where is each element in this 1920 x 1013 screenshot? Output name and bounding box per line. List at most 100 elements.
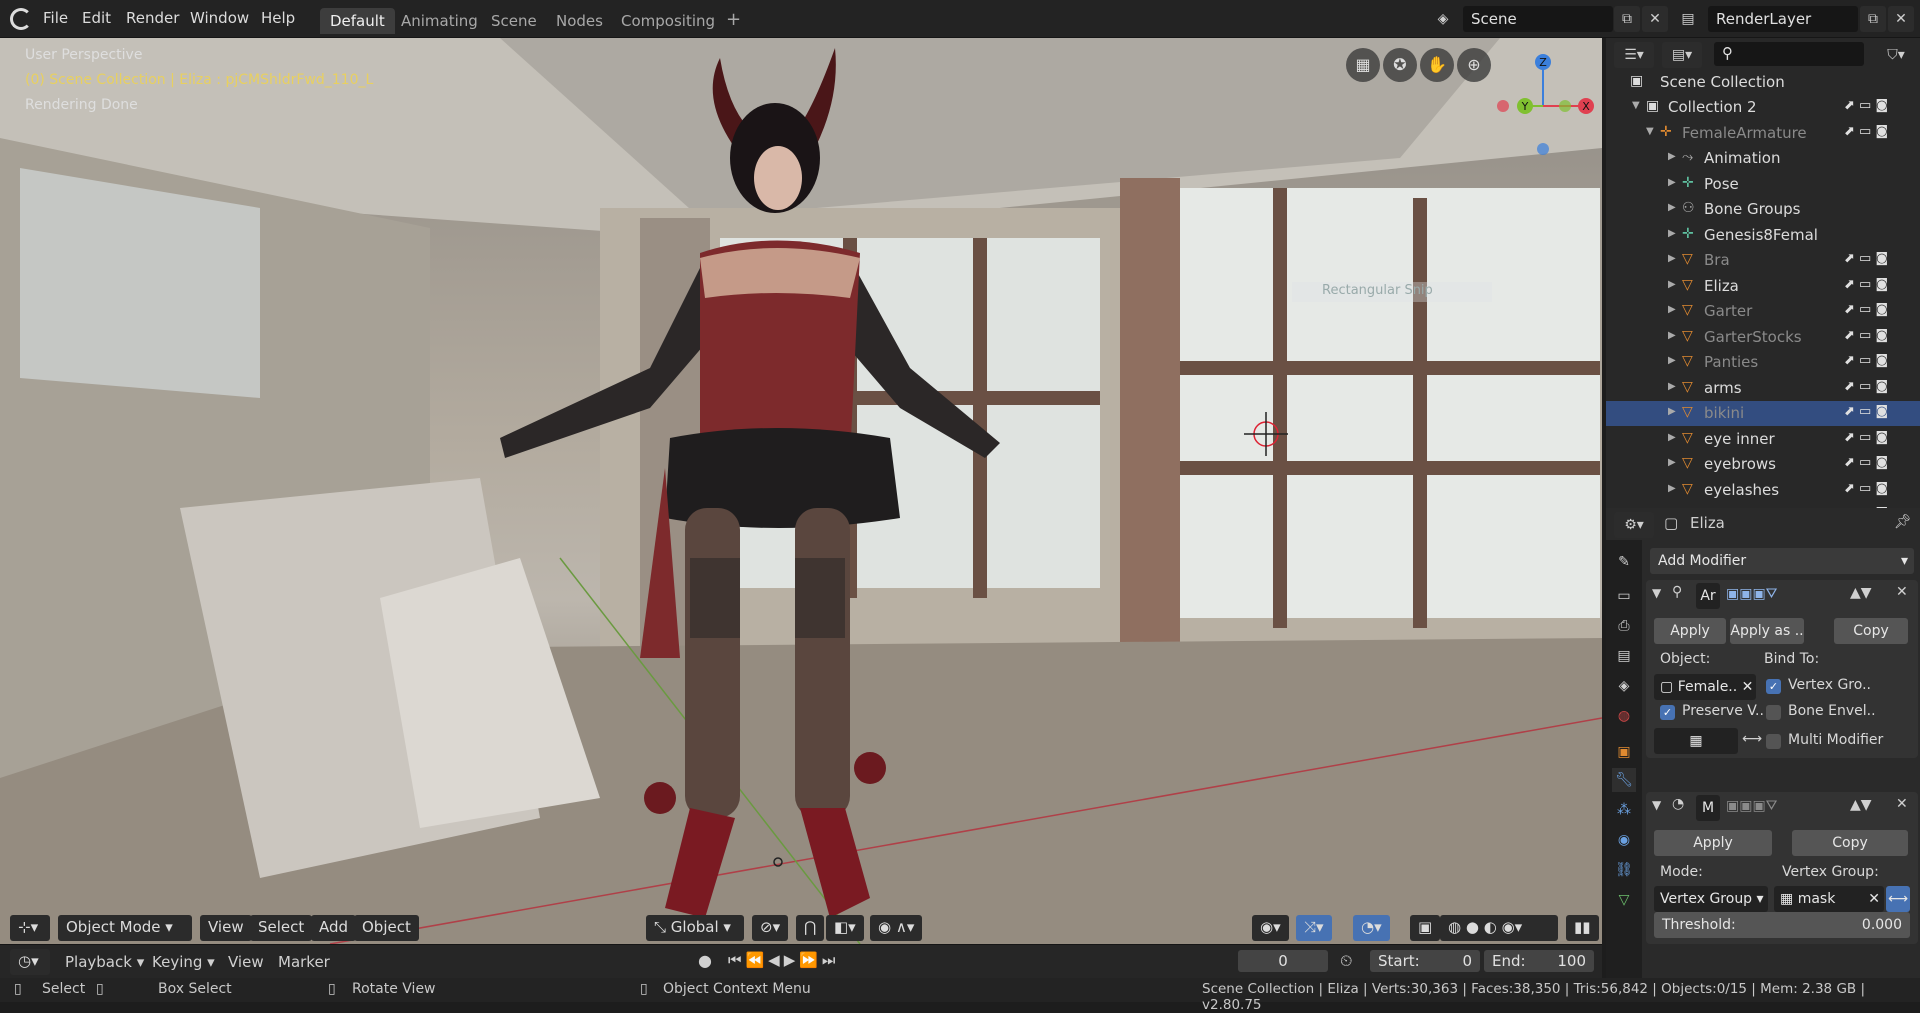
- menu-window[interactable]: Window: [190, 9, 249, 27]
- object-mode-dropdown[interactable]: Object Mode ▾: [58, 915, 192, 941]
- outliner-row[interactable]: ▶ ▽ eyelashes ⬈ ▭ ◙: [1606, 478, 1920, 503]
- vertex-group-field[interactable]: ▦: [1654, 728, 1738, 754]
- modifier-display-toggles[interactable]: ▣▣▣⛛: [1726, 586, 1777, 602]
- world-tab-icon[interactable]: ◍: [1612, 704, 1636, 728]
- 3d-viewport[interactable]: User Perspective (0) Scene Collection | …: [0, 38, 1602, 944]
- overlays-icon[interactable]: ◔▾: [1353, 915, 1390, 941]
- vertex-groups-checkbox[interactable]: ✓: [1766, 679, 1781, 694]
- expand-arrow-icon[interactable]: ▶: [1668, 151, 1676, 162]
- threshold-slider[interactable]: Threshold: 0.000: [1654, 912, 1910, 938]
- outliner-row[interactable]: ▶ ▽ Eliza ⬈ ▭ ◙: [1606, 274, 1920, 299]
- restriction-toggles[interactable]: ⬈ ▭ ◙: [1844, 379, 1888, 394]
- restriction-toggles[interactable]: ⬈ ▭ ◙: [1844, 251, 1888, 266]
- menu-view[interactable]: View: [200, 915, 252, 941]
- view-layer-tab-icon[interactable]: ▤: [1612, 644, 1636, 668]
- modifier-name-field[interactable]: Ar: [1696, 583, 1720, 609]
- outliner-editor-icon[interactable]: ☰▾: [1614, 42, 1654, 68]
- modifier-tab-icon[interactable]: 🔧︎: [1612, 768, 1636, 792]
- outliner-search-input[interactable]: ⚲: [1714, 42, 1864, 66]
- outliner-row-scene-collection[interactable]: ▣ Scene Collection: [1606, 70, 1920, 95]
- outliner-row[interactable]: ▼ ✛ FemaleArmature ⬈ ▭ ◙: [1606, 121, 1920, 146]
- pin-icon[interactable]: 📌︎: [1894, 514, 1912, 530]
- expand-arrow-icon[interactable]: ▶: [1668, 253, 1676, 264]
- xray-icon[interactable]: ▣: [1410, 915, 1441, 941]
- outliner-row[interactable]: ▶ ✛ Genesis8Femal: [1606, 223, 1920, 248]
- invert-vertex-group-icon[interactable]: ⟷: [1886, 886, 1910, 912]
- outliner-row[interactable]: ▶ ▽ Garter ⬈ ▭ ◙: [1606, 299, 1920, 324]
- multi-modifier-checkbox[interactable]: [1766, 734, 1781, 749]
- tab-scene[interactable]: Scene: [481, 8, 547, 34]
- view-layer-icon[interactable]: ▤: [1675, 6, 1701, 32]
- modifier-name-field[interactable]: M: [1696, 795, 1720, 821]
- outliner-row[interactable]: ▶ ▽ Bra ⬈ ▭ ◙: [1606, 248, 1920, 273]
- camera-icon[interactable]: ✪: [1383, 48, 1417, 82]
- navigation-gizmo[interactable]: Z Y X: [1488, 46, 1598, 156]
- bone-envelopes-checkbox[interactable]: [1766, 705, 1781, 720]
- end-frame-field[interactable]: End: 100: [1484, 950, 1594, 972]
- gizmo-toggle-icon[interactable]: ⤨▾: [1296, 915, 1332, 941]
- toggle-camera-view-icon[interactable]: ▦: [1346, 48, 1380, 82]
- apply-button[interactable]: Apply: [1654, 618, 1726, 644]
- copy-button[interactable]: Copy: [1834, 618, 1908, 644]
- visibility-icon[interactable]: ◉▾: [1252, 915, 1289, 941]
- restriction-toggles[interactable]: ⬈ ▭ ◙: [1844, 277, 1888, 292]
- outliner-row[interactable]: ▶ ✛ Pose: [1606, 172, 1920, 197]
- menu-edit[interactable]: Edit: [82, 9, 111, 27]
- menu-render[interactable]: Render: [126, 9, 179, 27]
- menu-file[interactable]: File: [43, 9, 68, 27]
- renderlayer-field[interactable]: RenderLayer: [1708, 6, 1858, 32]
- armature-object-field[interactable]: ▢ Female.. ✕: [1654, 674, 1756, 700]
- display-mode-icon[interactable]: ▤▾: [1662, 42, 1702, 68]
- expand-arrow-icon[interactable]: ▶: [1668, 228, 1676, 239]
- expand-arrow-icon[interactable]: ▶: [1668, 381, 1676, 392]
- transform-orientation-dropdown[interactable]: ⤡ Global ▾: [646, 915, 744, 941]
- start-frame-field[interactable]: Start: 0: [1370, 950, 1480, 972]
- clock-icon[interactable]: ⏲: [1340, 951, 1352, 971]
- scene-selector-icon[interactable]: ◈: [1430, 6, 1456, 32]
- pivot-icon[interactable]: ⊘▾: [752, 915, 789, 941]
- outliner-row[interactable]: ▶ ▽ bikini ⬈ ▭ ◙: [1606, 401, 1920, 426]
- pause-render-icon[interactable]: ▮▮: [1566, 915, 1599, 941]
- restriction-toggles[interactable]: ⬈ ▭ ◙: [1844, 98, 1888, 113]
- blender-logo-icon[interactable]: [10, 8, 32, 30]
- copy-button[interactable]: Copy: [1792, 830, 1908, 856]
- constraints-tab-icon[interactable]: ⛓: [1612, 858, 1636, 882]
- restriction-toggles[interactable]: ⬈ ▭ ◙: [1844, 430, 1888, 445]
- tab-compositing[interactable]: Compositing: [611, 8, 725, 34]
- invert-icon[interactable]: ⟷: [1742, 731, 1762, 747]
- expand-arrow-icon[interactable]: ▶: [1668, 330, 1676, 341]
- scene-tab-icon[interactable]: ◈: [1612, 674, 1636, 698]
- expand-arrow-icon[interactable]: ▶: [1668, 406, 1676, 417]
- restriction-toggles[interactable]: ⬈ ▭ ◙: [1844, 328, 1888, 343]
- snap-target-icon[interactable]: ◧▾: [826, 915, 864, 941]
- playback-controls[interactable]: ⏮⏪◀▶⏩⏭: [728, 951, 839, 969]
- restriction-toggles[interactable]: ⬈ ▭ ◙: [1844, 302, 1888, 317]
- outliner-row[interactable]: ▶ ▽ eye inner ⬈ ▭ ◙: [1606, 427, 1920, 452]
- tab-animating[interactable]: Animating: [391, 8, 488, 34]
- expand-arrow-icon[interactable]: ▼: [1646, 126, 1654, 137]
- shading-modes[interactable]: ◍ ● ◐ ◉▾: [1440, 915, 1558, 941]
- outliner-row[interactable]: ▶ ⤳ Animation: [1606, 146, 1920, 171]
- menu-object[interactable]: Object: [354, 915, 419, 941]
- snap-icon[interactable]: ⋂: [796, 915, 825, 941]
- menu-help[interactable]: Help: [261, 9, 295, 27]
- outliner-row[interactable]: ▼ ▣ Collection 2 ⬈ ▭ ◙: [1606, 95, 1920, 120]
- remove-modifier-icon[interactable]: ✕: [1896, 584, 1908, 600]
- timeline-editor-icon[interactable]: ◷▾: [10, 949, 50, 975]
- zoom-icon[interactable]: ⊕: [1457, 48, 1491, 82]
- data-tab-icon[interactable]: ▽: [1612, 888, 1636, 912]
- outliner-row[interactable]: ▶ ▽ Panties ⬈ ▭ ◙: [1606, 350, 1920, 375]
- delete-scene-icon[interactable]: ✕: [1642, 6, 1668, 32]
- menu-add[interactable]: Add: [311, 915, 357, 941]
- collapse-icon[interactable]: ▼: [1652, 798, 1661, 812]
- record-icon[interactable]: ●: [698, 951, 712, 970]
- outliner-row[interactable]: ▶ ▽ GarterStocks ⬈ ▭ ◙: [1606, 325, 1920, 350]
- proportional-edit-icon[interactable]: ◉ ∧▾: [870, 915, 923, 941]
- restriction-toggles[interactable]: ⬈ ▭ ◙: [1844, 455, 1888, 470]
- apply-button[interactable]: Apply: [1654, 830, 1772, 856]
- physics-tab-icon[interactable]: ◉: [1612, 828, 1636, 852]
- restriction-toggles[interactable]: ⬈ ▭ ◙: [1844, 404, 1888, 419]
- menu-timeline-view[interactable]: View: [228, 953, 264, 971]
- tab-default[interactable]: Default: [320, 8, 395, 34]
- add-modifier-dropdown[interactable]: Add Modifier ▾: [1650, 548, 1914, 574]
